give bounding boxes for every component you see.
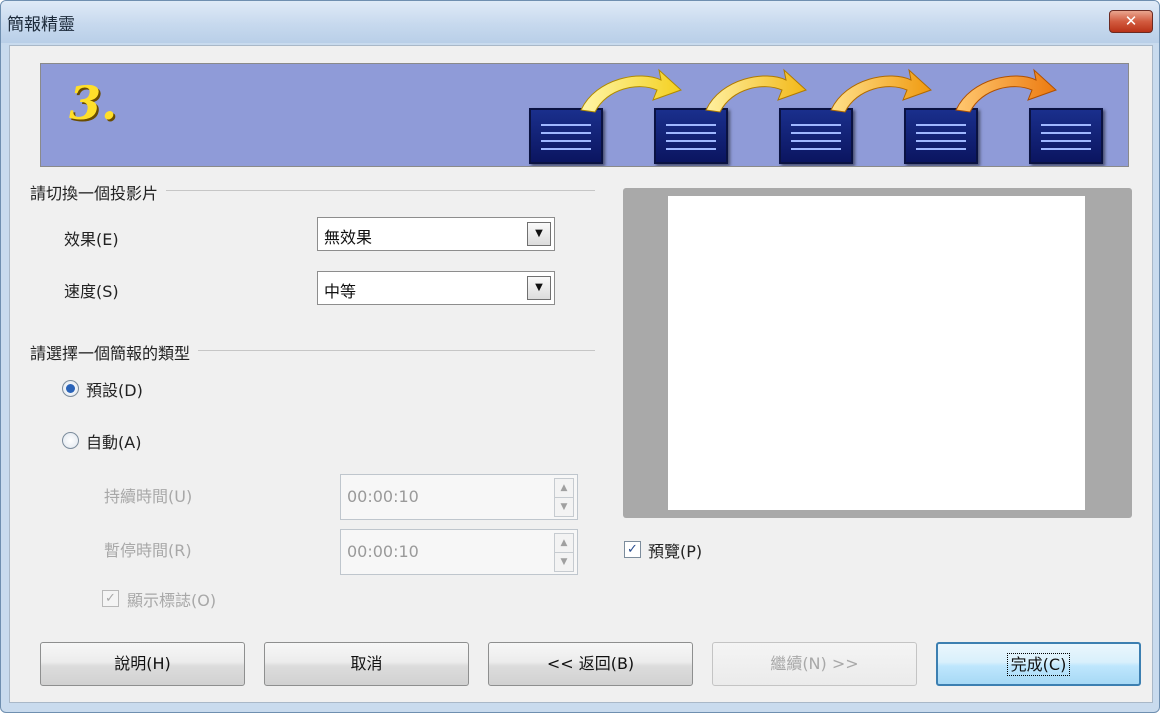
show-logo-checkbox[interactable]: ✓ [102, 590, 119, 607]
duration-label: 持續時間(U) [104, 487, 193, 506]
speed-value: 中等 [324, 282, 357, 301]
progress-arrows-icon [580, 68, 1057, 113]
speed-label: 速度(S) [64, 282, 119, 301]
dialog-body: 3. 請切換一個投影片 效果(E) 無效果 ▼ 速度(S) 中等 ▼ 請選擇一個… [9, 45, 1153, 703]
cancel-button[interactable]: 取消 [264, 642, 469, 686]
preview-checkbox[interactable]: ✓ [624, 541, 641, 558]
window-title: 簡報精靈 [7, 15, 75, 35]
chevron-down-icon[interactable]: ▼ [527, 276, 551, 300]
show-logo-label[interactable]: 顯示標誌(O) [127, 587, 216, 611]
pause-value: 00:00:10 [347, 542, 419, 561]
presentation-type-group-label: 請選擇一個簡報的類型 [30, 340, 199, 364]
help-button[interactable]: 說明(H) [40, 642, 245, 686]
effect-value: 無效果 [324, 228, 373, 247]
wizard-window: 簡報精靈 ✕ 3. 請切換一個投影片 效果(E) 無效果 ▼ 速度(S) 中等 … [0, 0, 1160, 713]
duration-value: 00:00:10 [347, 487, 419, 506]
finish-button-label: 完成(C) [1006, 653, 1071, 676]
close-icon: ✕ [1124, 12, 1138, 30]
auto-radio[interactable] [62, 432, 79, 449]
effect-select[interactable]: 無效果 ▼ [317, 217, 555, 251]
close-button[interactable]: ✕ [1109, 10, 1153, 33]
finish-button[interactable]: 完成(C) [936, 642, 1141, 686]
preview-slide-canvas [668, 196, 1085, 510]
spin-up-icon[interactable]: ▲ [554, 478, 574, 498]
effect-label: 效果(E) [64, 230, 119, 249]
spin-down-icon[interactable]: ▼ [554, 552, 574, 572]
next-button[interactable]: 繼續(N) >> [712, 642, 917, 686]
default-radio-label[interactable]: 預設(D) [86, 377, 143, 401]
pause-label: 暫停時間(R) [104, 541, 192, 560]
auto-radio-label[interactable]: 自動(A) [86, 429, 141, 453]
chevron-down-icon[interactable]: ▼ [527, 222, 551, 246]
pause-spinbox[interactable]: 00:00:10 ▲ ▼ [340, 529, 578, 575]
speed-select[interactable]: 中等 ▼ [317, 271, 555, 305]
transition-group-label: 請切換一個投影片 [30, 180, 167, 204]
back-button[interactable]: << 返回(B) [488, 642, 693, 686]
default-radio[interactable] [62, 380, 79, 397]
slide-preview [623, 188, 1132, 518]
wizard-banner: 3. [40, 63, 1129, 167]
duration-spinbox[interactable]: 00:00:10 ▲ ▼ [340, 474, 578, 520]
spin-down-icon[interactable]: ▼ [554, 497, 574, 517]
spin-up-icon[interactable]: ▲ [554, 533, 574, 553]
title-bar[interactable]: 簡報精靈 ✕ [1, 1, 1159, 43]
preview-label[interactable]: 預覽(P) [648, 538, 702, 562]
